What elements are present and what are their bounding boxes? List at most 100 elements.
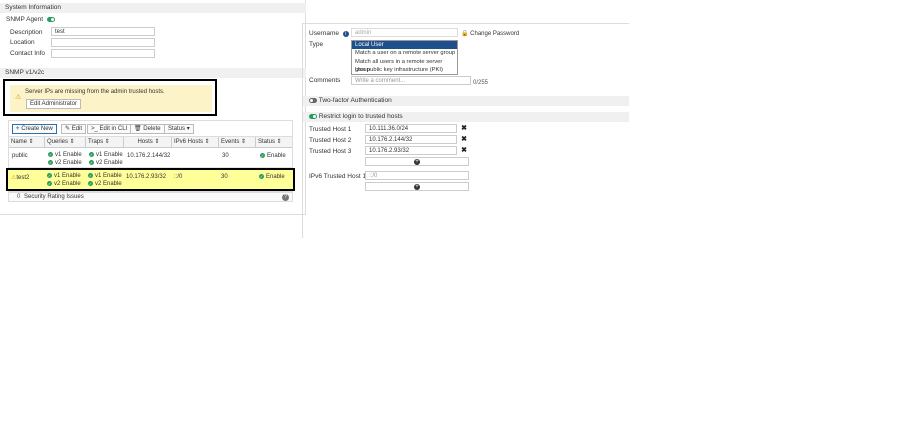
ipv6-trusted-host-field[interactable]: ::/0 <box>365 171 469 180</box>
highlighted-row-callout: ⚠test2 ✓ v1 Enable ✓ v2 Enable ✓ v1 Enable … <box>6 168 295 191</box>
lock-icon: 🔒 <box>461 31 469 37</box>
edit-administrator-button[interactable]: Edit Administrator <box>26 99 82 109</box>
row-name: ⚠test2 <box>11 175 30 181</box>
restrict-login-row: Restrict login to trusted hosts <box>303 112 629 122</box>
two-factor-row: Two-factor Authentication <box>303 96 629 106</box>
warning-banner: ⚠ Server IPs are missing from the admin … <box>10 85 212 112</box>
trusted-host-label: Trusted Host 1 <box>309 126 352 133</box>
check-icon: ✓ <box>89 152 94 157</box>
trusted-host-field[interactable]: 10.176.2.93/32 <box>365 146 457 155</box>
queries-v1: ✓ v1 Enable <box>47 173 81 180</box>
description-field[interactable]: test <box>51 27 155 36</box>
right-panel: Username i admin 🔒 Change Password Type … <box>302 23 629 238</box>
column-header[interactable]: Events ⇕ <box>219 137 256 148</box>
add-trusted-host-button[interactable]: + <box>365 157 469 166</box>
row-status: ✓ Enable <box>259 174 285 181</box>
trusted-host-label: Trusted Host 2 <box>309 137 352 144</box>
comments-field[interactable]: Write a comment... <box>351 76 471 85</box>
row-ipv6-hosts: ::/0 <box>174 174 183 180</box>
column-header[interactable]: Queries ⇕ <box>45 137 86 148</box>
row-hosts: 10.176.2.144/32 <box>127 153 171 159</box>
check-icon: ✓ <box>47 173 52 178</box>
ipv6-trusted-host-label: IPv6 Trusted Host 1 <box>309 173 367 180</box>
status-label: Status <box>168 126 186 132</box>
restrict-login-toggle[interactable] <box>309 113 317 119</box>
type-option[interactable]: Match all users in a remote server group <box>352 58 457 74</box>
info-icon[interactable]: i <box>342 31 349 37</box>
contact-info-field[interactable] <box>51 49 155 58</box>
queries-v2: ✓ v2 Enable <box>48 160 82 167</box>
create-new-label: Create New <box>21 126 53 132</box>
edit-label: Edit <box>71 126 83 132</box>
edit-in-cli-button[interactable]: >_ Edit in CLI <box>87 124 132 134</box>
trash-icon: 🗑 <box>134 126 142 132</box>
snmp-agent-row: SNMP Agent <box>6 16 55 23</box>
system-information-header: System Information <box>0 3 306 13</box>
username-label: Username i <box>309 30 349 37</box>
check-icon: ✓ <box>259 174 264 179</box>
description-label: Description <box>10 29 43 36</box>
help-icon[interactable]: ? <box>282 194 289 201</box>
column-header[interactable]: Status ⇕ <box>256 137 292 148</box>
check-icon: ✓ <box>48 160 53 165</box>
row-name: public <box>12 153 28 159</box>
table-row[interactable]: ⚠test2 ✓ v1 Enable ✓ v2 Enable ✓ v1 Enable … <box>8 170 293 189</box>
username-field[interactable]: admin <box>351 28 458 37</box>
snmp-agent-toggle[interactable] <box>46 16 55 22</box>
row-hosts: 10.176.2.93/32 <box>126 174 167 180</box>
type-option[interactable]: Local User <box>352 41 457 49</box>
row-status: ✓ Enable <box>260 153 286 160</box>
column-header[interactable]: Name ⇕ <box>9 137 45 148</box>
comments-counter: 0/255 <box>473 80 489 86</box>
queries-v2: ✓ v2 Enable <box>47 181 81 188</box>
check-icon: ✓ <box>88 173 93 178</box>
change-password-link[interactable]: 🔒 Change Password <box>461 30 519 37</box>
two-factor-toggle[interactable] <box>309 97 317 103</box>
trusted-host-field[interactable]: 10.111.36.0/24 <box>365 124 457 133</box>
check-icon: ✓ <box>88 181 93 186</box>
traps-v1: ✓ v1 Enable <box>89 152 123 159</box>
add-ipv6-host-button[interactable]: + <box>365 182 469 191</box>
plus-circle-icon: + <box>414 184 420 190</box>
type-select-list[interactable]: Local User Match a user on a remote serv… <box>351 40 458 82</box>
remove-icon[interactable]: ✖ <box>460 136 468 144</box>
security-rating-bar[interactable]: 0 Security Rating Issues ? <box>8 192 293 202</box>
edit-in-cli-label: Edit in CLI <box>99 126 128 132</box>
delete-label: Delete <box>143 126 161 132</box>
delete-button[interactable]: 🗑 Delete <box>130 124 165 134</box>
warning-text: Server IPs are missing from the admin tr… <box>25 89 165 95</box>
location-field[interactable] <box>51 38 155 47</box>
trusted-host-field[interactable]: 10.176.2.144/32 <box>365 135 457 144</box>
type-option[interactable]: Use public key infrastructure (PKI) grou… <box>352 66 457 82</box>
remove-icon[interactable]: ✖ <box>460 125 468 133</box>
left-panel: System Information SNMP Agent Descriptio… <box>0 0 306 215</box>
traps-v1: ✓ v1 Enable <box>88 173 122 180</box>
queries-v1: ✓ v1 Enable <box>48 152 82 159</box>
warning-callout: ⚠ Server IPs are missing from the admin … <box>3 79 217 116</box>
traps-v2: ✓ v2 Enable <box>89 160 123 167</box>
type-label: Type <box>309 41 324 48</box>
plus-icon: + <box>16 126 20 132</box>
snmp-v1v2c-header: SNMP v1/v2c <box>0 68 306 78</box>
security-rating-label: Security Rating Issues <box>24 194 84 200</box>
column-header[interactable]: Hosts ⇕ <box>124 137 172 148</box>
type-option[interactable]: Match a user on a remote server group <box>352 49 457 58</box>
remove-icon[interactable]: ✖ <box>460 147 468 155</box>
snmp-agent-label: SNMP Agent <box>6 16 44 23</box>
create-new-button[interactable]: + Create New <box>12 124 57 134</box>
plus-circle-icon: + <box>414 159 420 165</box>
table-row[interactable]: public ✓ v1 Enable ✓ v2 Enable ✓ v1 Enable … <box>9 149 292 168</box>
toolbar: + Create New ✎ Edit >_ Edit in CLI 🗑 Del… <box>8 120 293 136</box>
table-header: Name ⇕ Queries ⇕ Traps ⇕ Hosts ⇕ IPv6 Ho… <box>9 137 292 148</box>
column-header[interactable]: Traps ⇕ <box>86 137 124 148</box>
column-header[interactable]: IPv6 Hosts ⇕ <box>172 137 219 148</box>
warning-icon: ⚠ <box>15 94 22 101</box>
contact-info-label: Contact Info <box>10 50 46 57</box>
status-dropdown[interactable]: Status ▾ <box>164 124 194 134</box>
pencil-icon: ✎ <box>65 126 71 132</box>
trusted-host-label: Trusted Host 3 <box>309 148 352 155</box>
comments-label: Comments <box>309 77 341 84</box>
check-icon: ✓ <box>89 160 94 165</box>
caret-down-icon: ▾ <box>186 126 190 132</box>
edit-button[interactable]: ✎ Edit <box>61 124 87 134</box>
